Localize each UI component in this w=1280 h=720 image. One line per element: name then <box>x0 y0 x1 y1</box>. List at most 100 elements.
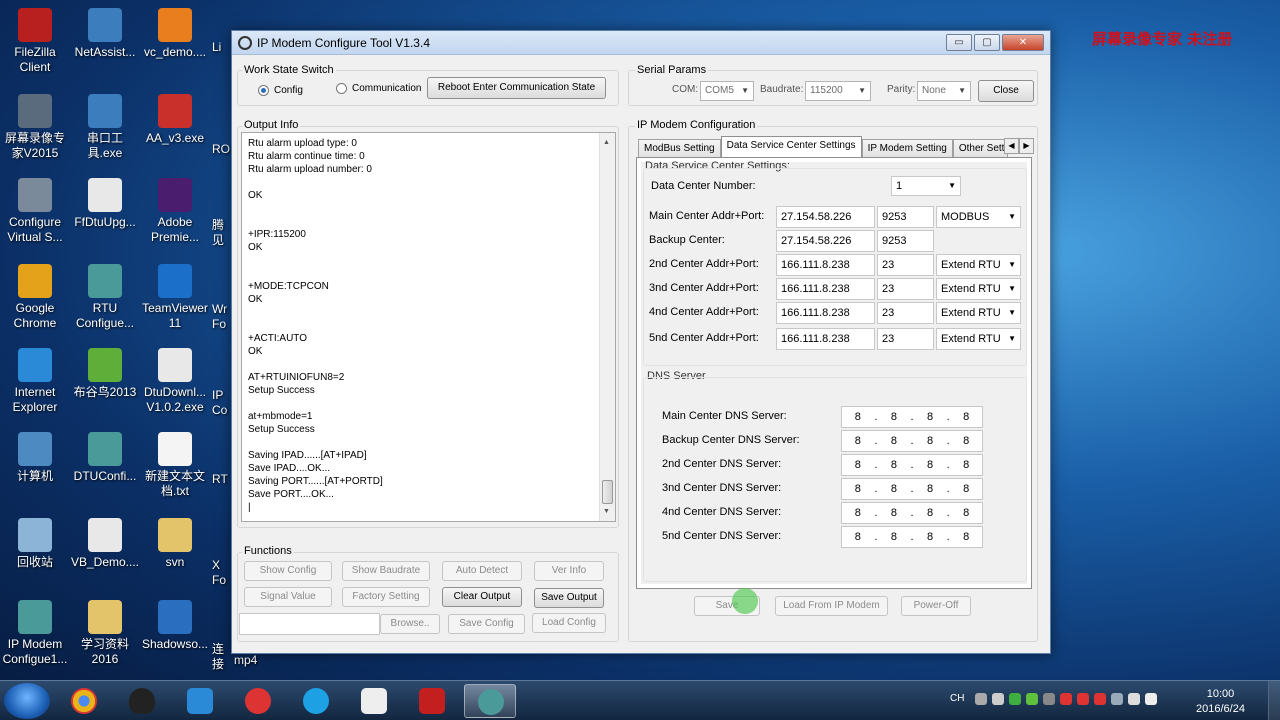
center-protocol-select[interactable]: Extend RTU ▼ <box>936 328 1021 350</box>
close-window-button[interactable]: ✕ <box>1002 34 1044 51</box>
taskbar-app6[interactable] <box>348 684 400 718</box>
volume-icon[interactable] <box>1145 693 1157 705</box>
taskbar-chrome[interactable] <box>58 684 110 718</box>
desktop-icon[interactable]: RTU Configue... <box>70 264 140 331</box>
communication-radio[interactable]: Communication <box>336 83 421 94</box>
dns-ip-input[interactable]: 8. 8. 8. 8 <box>841 478 983 500</box>
taskbar-qq[interactable] <box>116 684 168 718</box>
center-ip-input[interactable]: 27.154.58.226 <box>776 206 875 228</box>
keyboard-icon[interactable] <box>975 693 987 705</box>
tab-other-settings[interactable]: Other Sett <box>952 139 1008 158</box>
reboot-communication-button[interactable]: Reboot Enter Communication State <box>427 77 606 99</box>
tab-scroll-right-icon[interactable]: ▶ <box>1019 138 1034 154</box>
desktop-icon[interactable]: AA_v3.exe <box>140 94 210 146</box>
desktop-icon[interactable]: 回收站 <box>0 518 70 570</box>
flag-icon[interactable] <box>1128 693 1140 705</box>
center-protocol-select[interactable]: Extend RTU ▼ <box>936 302 1021 324</box>
center-protocol-select[interactable]: Extend RTU ▼ <box>936 278 1021 300</box>
desktop-icon[interactable]: DTUConfi... <box>70 432 140 484</box>
qq-tray-icon[interactable] <box>1077 693 1089 705</box>
tab-modbus[interactable]: ModBus Setting <box>638 139 721 158</box>
show-desktop-button[interactable] <box>1268 681 1280 720</box>
taskbar-app3[interactable] <box>174 684 226 718</box>
taskbar-app4[interactable] <box>232 684 284 718</box>
com-select[interactable]: COM5 ▼ <box>700 81 754 101</box>
center-port-input[interactable]: 23 <box>877 328 934 350</box>
signal-value-button[interactable]: Signal Value <box>244 587 332 607</box>
config-radio[interactable]: Config <box>258 85 303 96</box>
show-baudrate-button[interactable]: Show Baudrate <box>342 561 430 581</box>
taskbar-ip-modem-tool[interactable] <box>464 684 516 718</box>
desktop-icon[interactable]: 新建文本文档.txt <box>140 432 210 499</box>
desktop-icon[interactable]: TeamViewer 11 <box>140 264 210 331</box>
desktop-icon[interactable]: IP Modem Configue1... <box>0 600 70 667</box>
start-button[interactable] <box>4 683 50 719</box>
load-from-modem-button[interactable]: Load From IP Modem <box>775 596 888 616</box>
dns-ip-input[interactable]: 8. 8. 8. 8 <box>841 406 983 428</box>
save-output-button[interactable]: Save Output <box>534 588 604 608</box>
taskbar-pdf[interactable] <box>406 684 458 718</box>
scroll-thumb[interactable] <box>602 480 613 504</box>
desktop-icon[interactable]: Shadowso... <box>140 600 210 652</box>
taskbar-skype[interactable] <box>290 684 342 718</box>
save-config-button[interactable]: Save Config <box>448 614 525 634</box>
power-off-button[interactable]: Power-Off <box>901 596 971 616</box>
dns-ip-input[interactable]: 8. 8. 8. 8 <box>841 454 983 476</box>
maximize-button[interactable]: ▢ <box>974 34 1000 51</box>
output-log[interactable]: Rtu alarm upload type: 0 Rtu alarm contin… <box>241 132 616 522</box>
desktop-icon[interactable]: svn <box>140 518 210 570</box>
title-bar[interactable]: IP Modem Configure Tool V1.3.4 ▭ ▢ ✕ <box>232 31 1050 55</box>
minimize-button[interactable]: ▭ <box>946 34 972 51</box>
load-config-button[interactable]: Load Config <box>532 613 606 633</box>
output-scrollbar[interactable]: ▲ ▼ <box>599 133 615 521</box>
tab-scroll-left-icon[interactable]: ◀ <box>1004 138 1019 154</box>
scroll-up-icon[interactable]: ▲ <box>603 136 610 149</box>
qq-tray-icon[interactable] <box>1060 693 1072 705</box>
config-path-input[interactable] <box>239 613 380 635</box>
center-port-input[interactable]: 23 <box>877 278 934 300</box>
tab-data-service-center[interactable]: Data Service Center Settings <box>720 136 862 158</box>
desktop-icon[interactable]: FileZilla Client <box>0 8 70 75</box>
center-port-input[interactable]: 23 <box>877 254 934 276</box>
desktop-icon[interactable]: Internet Explorer <box>0 348 70 415</box>
desktop-icon[interactable]: FfDtuUpg... <box>70 178 140 230</box>
dns-ip-input[interactable]: 8. 8. 8. 8 <box>841 526 983 548</box>
center-port-input[interactable]: 9253 <box>877 230 934 252</box>
center-protocol-select[interactable]: Extend RTU ▼ <box>936 254 1021 276</box>
desktop-icon[interactable]: 串口工具.exe <box>70 94 140 161</box>
desktop-icon[interactable]: 计算机 <box>0 432 70 484</box>
serial-close-button[interactable]: Close <box>978 80 1034 102</box>
desktop-icon[interactable]: DtuDownl... V1.0.2.exe <box>140 348 210 415</box>
monitor-icon[interactable] <box>1111 693 1123 705</box>
security-icon[interactable] <box>1009 693 1021 705</box>
dc-number-select[interactable]: 1 ▼ <box>891 176 961 196</box>
factory-setting-button[interactable]: Factory Setting <box>342 587 430 607</box>
desktop-icon[interactable]: Adobe Premie... <box>140 178 210 245</box>
qq-tray-icon[interactable] <box>1094 693 1106 705</box>
baudrate-select[interactable]: 115200 ▼ <box>805 81 871 101</box>
clear-output-button[interactable]: Clear Output <box>442 587 522 607</box>
clock[interactable]: 10:00 2016/6/24 <box>1196 687 1245 717</box>
desktop-icon[interactable]: 布谷鸟2013 <box>70 348 140 400</box>
network-icon[interactable] <box>1043 693 1055 705</box>
help-icon[interactable] <box>992 693 1004 705</box>
desktop-icon[interactable]: VB_Demo.... <box>70 518 140 570</box>
center-ip-input[interactable]: 166.111.8.238 <box>776 254 875 276</box>
dns-ip-input[interactable]: 8. 8. 8. 8 <box>841 430 983 452</box>
desktop-icon[interactable]: vc_demo.... <box>140 8 210 60</box>
desktop-icon[interactable]: 学习资料2016 <box>70 600 140 667</box>
scroll-down-icon[interactable]: ▼ <box>603 505 610 518</box>
tray-language[interactable]: CH <box>950 693 964 704</box>
center-ip-input[interactable]: 166.111.8.238 <box>776 278 875 300</box>
center-ip-input[interactable]: 166.111.8.238 <box>776 302 875 324</box>
center-protocol-select[interactable]: MODBUS ▼ <box>936 206 1021 228</box>
tab-ip-modem-setting[interactable]: IP Modem Setting <box>861 139 953 158</box>
center-port-input[interactable]: 9253 <box>877 206 934 228</box>
show-config-button[interactable]: Show Config <box>244 561 332 581</box>
desktop-icon[interactable]: NetAssist... <box>70 8 140 60</box>
center-ip-input[interactable]: 27.154.58.226 <box>776 230 875 252</box>
parity-select[interactable]: None ▼ <box>917 81 971 101</box>
dns-ip-input[interactable]: 8. 8. 8. 8 <box>841 502 983 524</box>
desktop-icon[interactable]: Google Chrome <box>0 264 70 331</box>
center-ip-input[interactable]: 166.111.8.238 <box>776 328 875 350</box>
